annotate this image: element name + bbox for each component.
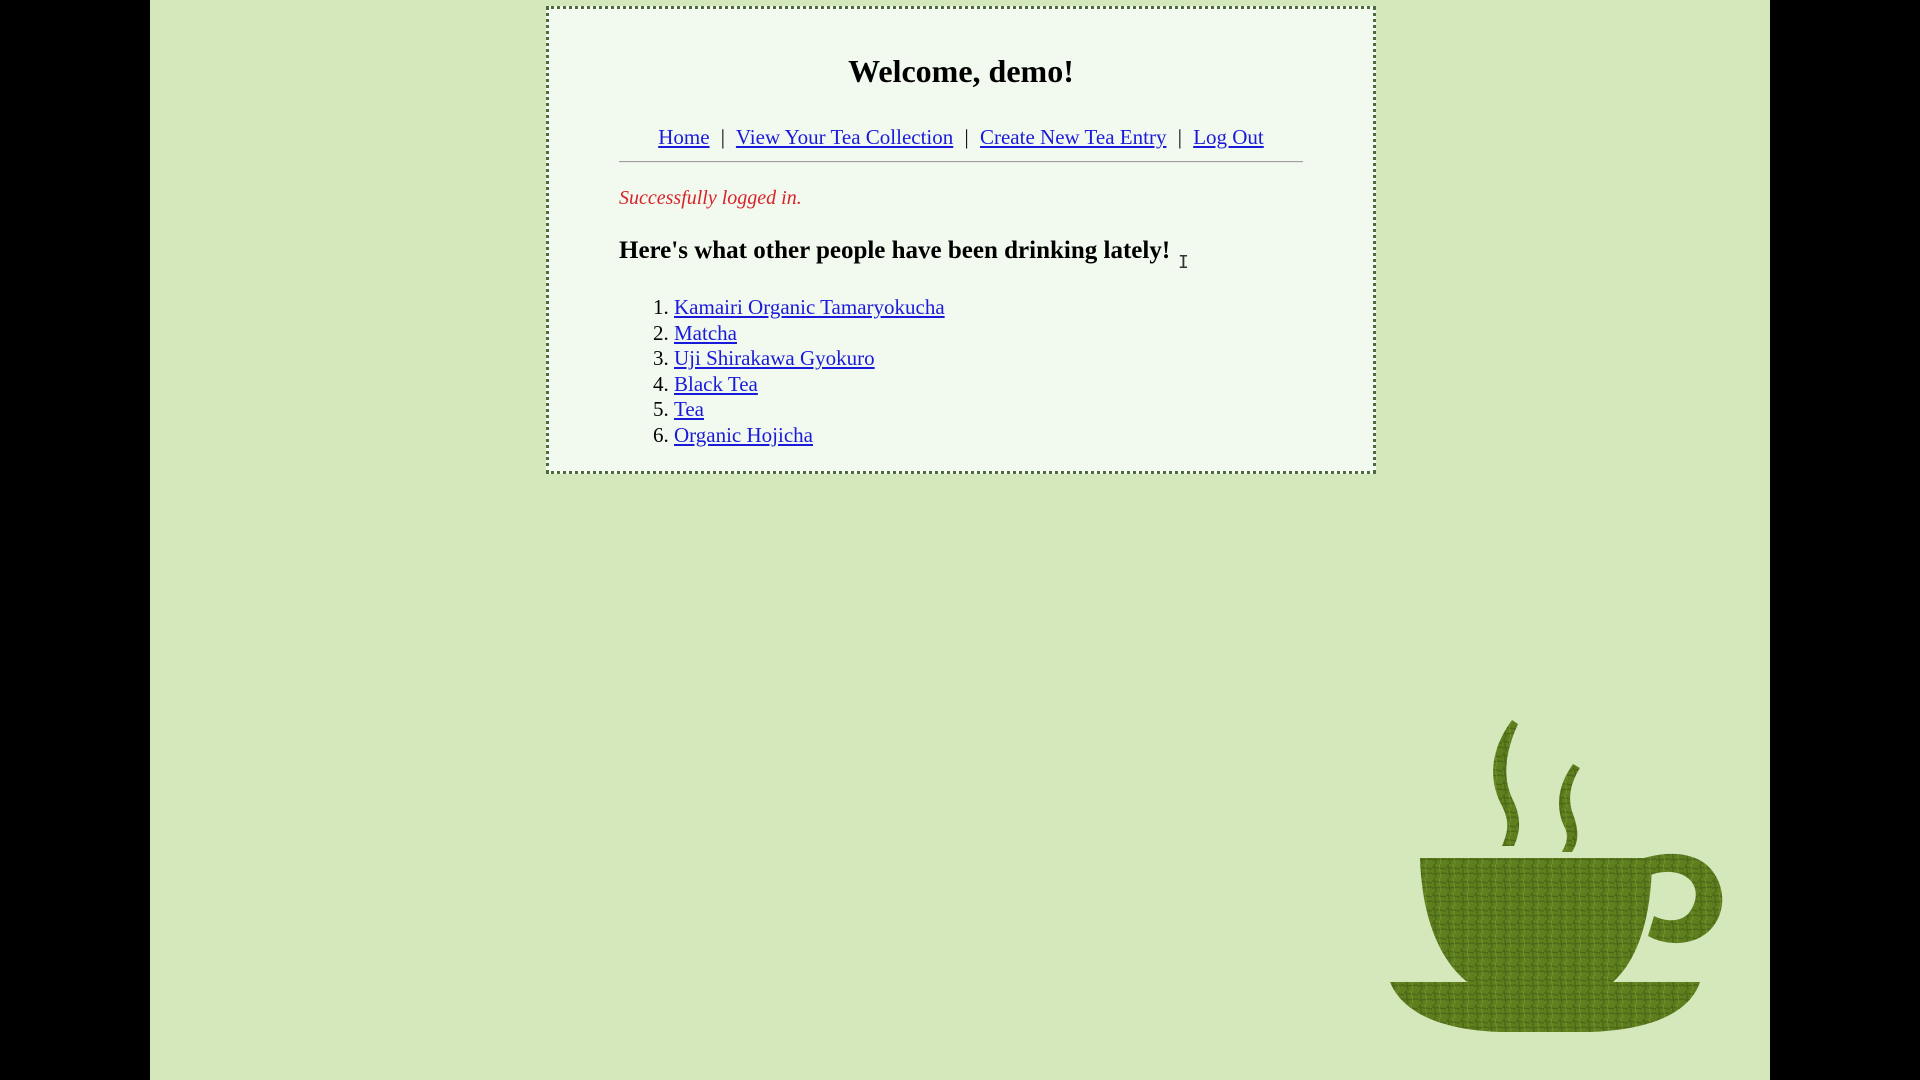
- nav-link-tea-collection[interactable]: View Your Tea Collection: [736, 125, 953, 149]
- list-item: Organic Hojicha: [674, 423, 945, 449]
- recent-teas-list: Kamairi Organic Tamaryokucha Matcha Uji …: [619, 295, 945, 448]
- flash-message: Successfully logged in.: [619, 187, 802, 209]
- list-item: Kamairi Organic Tamaryokucha: [674, 295, 945, 321]
- list-item: Tea: [674, 397, 945, 423]
- list-item: Uji Shirakawa Gyokuro: [674, 346, 945, 372]
- list-item: Black Tea: [674, 372, 945, 398]
- recent-teas-heading: Here's what other people have been drink…: [619, 237, 1171, 264]
- teacup-icon: [1390, 720, 1723, 1032]
- nav-separator: |: [964, 125, 969, 149]
- nav-divider: [619, 161, 1303, 163]
- nav-separator: |: [720, 125, 726, 149]
- text-cursor-icon: I: [1178, 252, 1189, 273]
- nav-bar: Home | View Your Tea Collection | Create…: [549, 125, 1373, 150]
- list-item: Matcha: [674, 321, 945, 347]
- nav-link-create-tea-entry[interactable]: Create New Tea Entry: [980, 125, 1166, 149]
- nav-separator: |: [1177, 125, 1182, 149]
- page-title: Welcome, demo!: [848, 53, 1074, 89]
- tea-link[interactable]: Uji Shirakawa Gyokuro: [674, 346, 875, 370]
- nav-link-home[interactable]: Home: [658, 125, 709, 149]
- tea-link[interactable]: Organic Hojicha: [674, 423, 813, 447]
- content-card: Welcome, demo! Home | View Your Tea Coll…: [546, 6, 1376, 474]
- tea-link[interactable]: Black Tea: [674, 372, 758, 396]
- tea-link[interactable]: Matcha: [674, 321, 737, 345]
- tea-link[interactable]: Tea: [674, 397, 704, 421]
- nav-link-log-out[interactable]: Log Out: [1193, 125, 1264, 149]
- tea-link[interactable]: Kamairi Organic Tamaryokucha: [674, 295, 945, 319]
- browser-viewport: Welcome, demo! Home | View Your Tea Coll…: [150, 0, 1770, 1080]
